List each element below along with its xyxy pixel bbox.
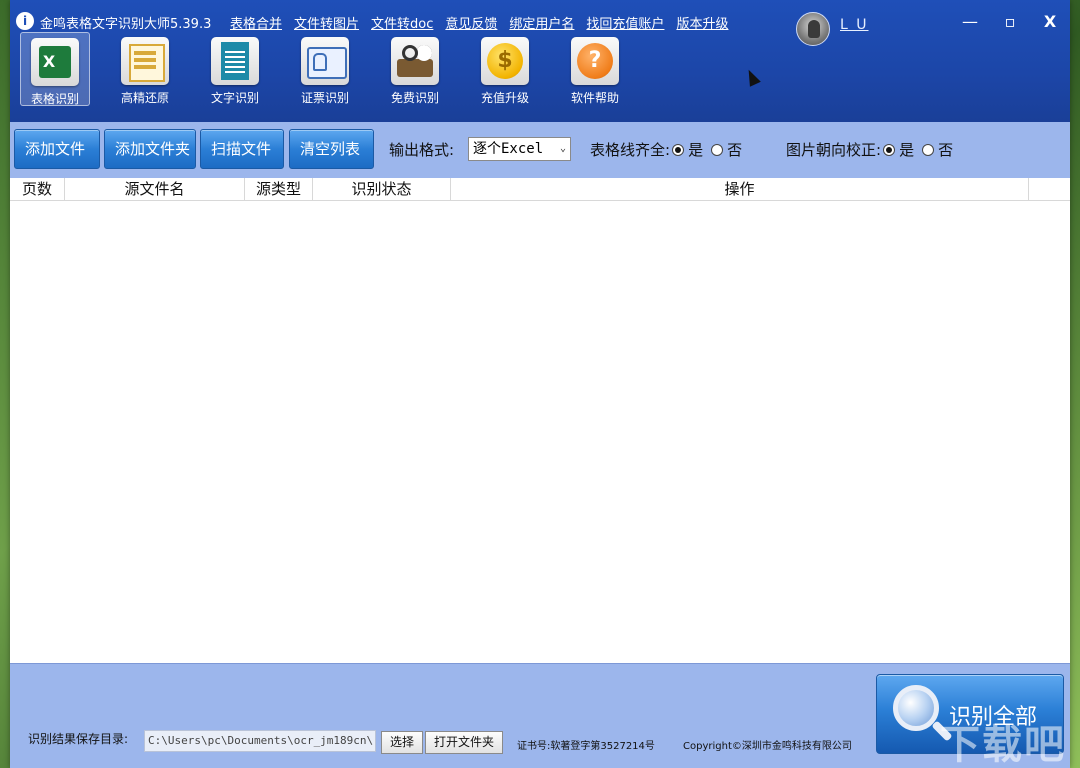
output-format-select[interactable]: 逐个Excel ⌄ — [468, 137, 571, 161]
link-feedback[interactable]: 意见反馈 — [445, 13, 497, 32]
tool-label: 证票识别 — [300, 91, 349, 105]
scan-file-button[interactable]: 扫描文件 — [200, 129, 284, 169]
save-dir-label: 识别结果保存目录: — [28, 732, 129, 746]
tool-high-precision[interactable]: 高精还原 — [110, 32, 180, 106]
file-table-header: 页数 源文件名 源类型 识别状态 操作 — [10, 178, 1070, 201]
clear-list-button[interactable]: 清空列表 — [289, 129, 374, 169]
save-dir-input[interactable]: C:\Users\pc\Documents\ocr_jm189cn\ — [144, 730, 376, 752]
table-lines-yes-radio[interactable] — [672, 143, 685, 156]
close-button[interactable]: X — [1030, 6, 1070, 38]
text-doc-icon — [211, 37, 259, 85]
table-lines-yes-label[interactable]: 是 — [688, 139, 703, 160]
excel-icon — [31, 38, 79, 86]
app-window: i 金鸣表格文字识别大师5.39.3 表格合并 文件转图片 文件转doc 意见反… — [10, 0, 1070, 768]
id-card-icon — [301, 37, 349, 85]
tool-recharge[interactable]: 充值升级 — [470, 32, 540, 106]
tool-id-recognition[interactable]: 证票识别 — [290, 32, 360, 106]
table-lines-no-radio[interactable] — [711, 143, 724, 156]
restore-doc-icon — [121, 37, 169, 85]
recognize-all-label: 识别全部 — [949, 705, 1038, 730]
minimize-button[interactable]: — — [950, 6, 990, 38]
orientation-label: 图片朝向校正: — [786, 141, 882, 159]
column-header-type[interactable]: 源类型 — [245, 178, 313, 201]
book-glasses-icon — [391, 37, 439, 85]
action-bar: 添加文件 添加文件夹 扫描文件 清空列表 输出格式: 逐个Excel ⌄ 表格线… — [10, 122, 1070, 178]
orientation-option: 图片朝向校正: 是 否 — [786, 139, 953, 160]
tool-table-recognition[interactable]: 表格识别 — [20, 32, 90, 106]
tool-label: 免费识别 — [390, 91, 439, 105]
tool-label: 文字识别 — [210, 91, 259, 105]
link-file-to-image[interactable]: 文件转图片 — [294, 13, 359, 32]
window-controls: — ▫ X — [950, 6, 1070, 38]
tool-help[interactable]: 软件帮助 — [560, 32, 630, 106]
choose-dir-button[interactable]: 选择 — [381, 731, 424, 754]
username[interactable]: L U — [840, 17, 869, 33]
mouse-cursor-icon — [743, 67, 761, 87]
tool-label: 充值升级 — [480, 91, 529, 105]
app-title: 金鸣表格文字识别大师5.39.3 — [40, 17, 212, 32]
help-icon — [571, 37, 619, 85]
recognize-all-button[interactable]: 识别全部 — [876, 674, 1064, 754]
orientation-no-radio[interactable] — [922, 143, 935, 156]
tool-label: 高精还原 — [120, 91, 169, 105]
column-header-pages[interactable]: 页数 — [10, 178, 65, 201]
footer-bar: 识别结果保存目录: C:\Users\pc\Documents\ocr_jm18… — [10, 663, 1070, 768]
certificate-text: 证书号:软著登字第3527214号 — [517, 741, 655, 752]
copyright-text: Copyright©深圳市金鸣科技有限公司 — [683, 741, 852, 752]
coin-icon — [481, 37, 529, 85]
avatar[interactable] — [796, 12, 830, 46]
open-folder-button[interactable]: 打开文件夹 — [425, 731, 504, 754]
orientation-yes-radio[interactable] — [883, 143, 896, 156]
link-bind-username[interactable]: 绑定用户名 — [509, 13, 574, 32]
tool-label: 软件帮助 — [570, 91, 619, 105]
orientation-no-label[interactable]: 否 — [938, 139, 953, 160]
add-folder-button[interactable]: 添加文件夹 — [104, 129, 196, 169]
link-file-to-doc[interactable]: 文件转doc — [371, 13, 433, 32]
output-format-value: 逐个Excel — [473, 141, 544, 157]
column-header-status[interactable]: 识别状态 — [313, 178, 451, 201]
file-table-body[interactable] — [10, 201, 1070, 663]
table-lines-label: 表格线齐全: — [590, 141, 671, 159]
link-upgrade[interactable]: 版本升级 — [676, 13, 728, 32]
tool-text-recognition[interactable]: 文字识别 — [200, 32, 270, 106]
top-links: 表格合并 文件转图片 文件转doc 意见反馈 绑定用户名 找回充值账户 版本升级 — [230, 13, 728, 32]
column-header-filename[interactable]: 源文件名 — [65, 178, 245, 201]
app-logo-icon: i — [16, 12, 34, 30]
table-lines-option: 表格线齐全: 是 否 — [590, 139, 742, 160]
chevron-down-icon: ⌄ — [559, 143, 566, 154]
add-file-button[interactable]: 添加文件 — [14, 129, 100, 169]
orientation-yes-label[interactable]: 是 — [899, 139, 914, 160]
maximize-button[interactable]: ▫ — [990, 6, 1030, 38]
column-header-action[interactable]: 操作 — [451, 178, 1029, 201]
link-recover-account[interactable]: 找回充值账户 — [586, 13, 664, 32]
link-table-merge[interactable]: 表格合并 — [230, 13, 282, 32]
output-format-label: 输出格式: — [389, 141, 455, 159]
table-lines-no-label[interactable]: 否 — [727, 139, 742, 160]
main-toolbar: 表格识别 高精还原 文字识别 证票识别 免费识别 充值升级 — [20, 32, 630, 106]
tool-label: 表格识别 — [30, 92, 79, 106]
tool-free-recognition[interactable]: 免费识别 — [380, 32, 450, 106]
header-bar: i 金鸣表格文字识别大师5.39.3 表格合并 文件转图片 文件转doc 意见反… — [10, 0, 1070, 122]
